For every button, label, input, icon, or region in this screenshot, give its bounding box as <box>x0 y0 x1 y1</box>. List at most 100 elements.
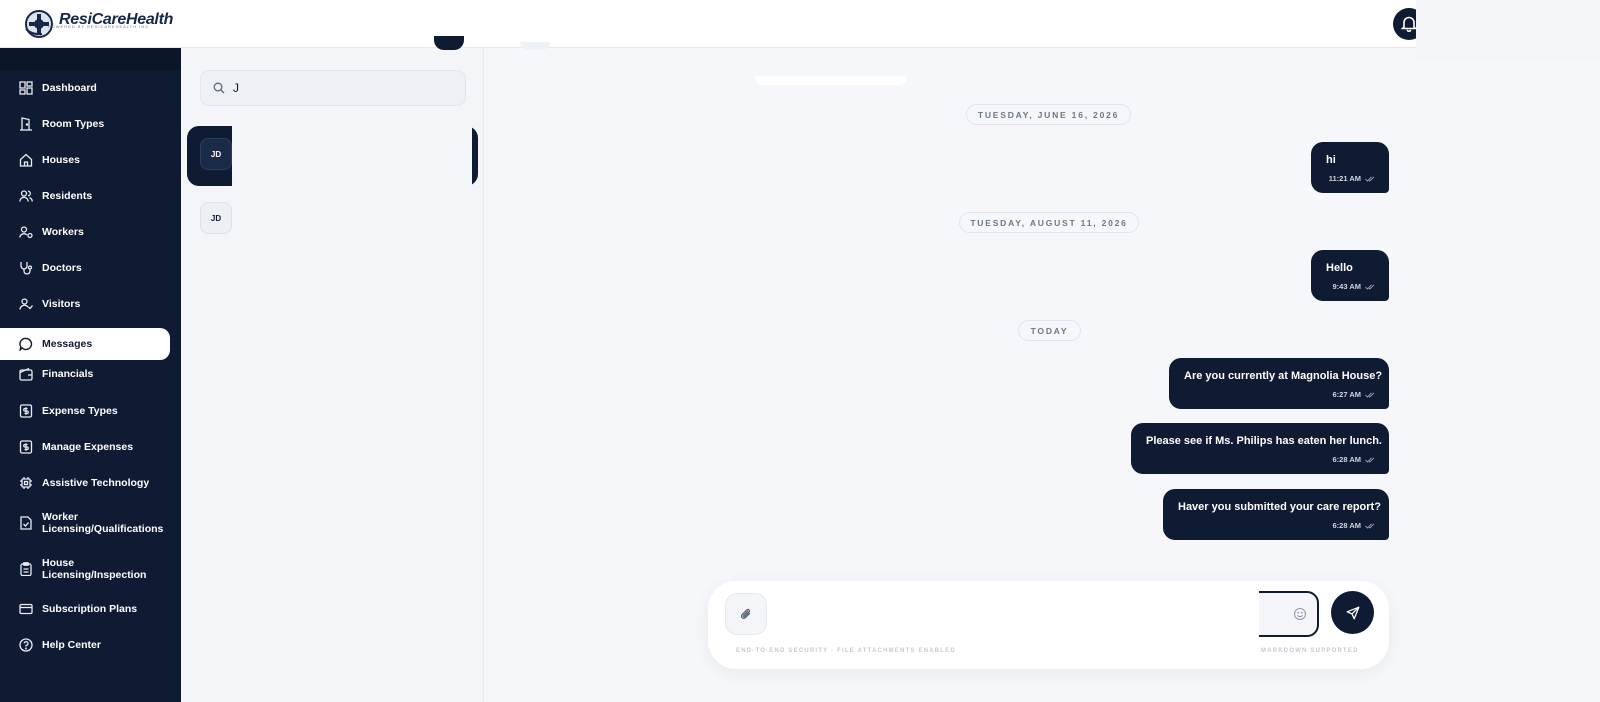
help-icon <box>18 638 33 653</box>
avatar[interactable]: JD <box>200 138 232 170</box>
message-text: Hello <box>1326 262 1353 274</box>
message-bubble[interactable]: Hello 9:43 AM <box>1311 250 1389 301</box>
message-text: Please see if Ms. Philips has eaten her … <box>1146 435 1382 447</box>
dashboard-icon <box>18 81 33 96</box>
sidebar-item-label: Manage Expenses <box>42 441 134 453</box>
send-icon <box>1346 606 1359 619</box>
wallet-icon <box>18 367 33 382</box>
sidebar-item-label: Doctors <box>42 262 82 274</box>
sidebar-item-label: Workers <box>42 226 84 238</box>
sidebar-item-assistive-technology[interactable]: Assistive Technology <box>0 473 170 493</box>
sidebar-item-label: Worker Licensing/Qualifications <box>42 511 164 535</box>
conversation-details-loading <box>232 123 472 239</box>
top-header: ResiCareHealth POWERED BY RESICAREHEALTH… <box>0 0 1425 48</box>
read-receipt-icon <box>1365 283 1375 290</box>
sidebar-item-label: Messages <box>42 338 93 350</box>
header-right-area <box>1416 0 1600 62</box>
visitor-icon <box>18 297 33 312</box>
sidebar-item-messages[interactable]: Messages <box>0 328 170 360</box>
dollar-icon <box>18 404 33 419</box>
conversation-search[interactable] <box>200 70 466 106</box>
message-time: 6:28 AM <box>1332 521 1361 530</box>
message-meta: 9:43 AM <box>1333 282 1375 291</box>
sidebar-item-house-licensing[interactable]: House Licensing/Inspection <box>0 556 170 582</box>
date-separator: TUESDAY, JUNE 16, 2026 <box>966 104 1131 125</box>
sidebar-item-label: Room Types <box>42 118 105 130</box>
sidebar-item-financials[interactable]: Financials <box>0 364 170 384</box>
clipboard-icon <box>18 562 33 577</box>
users-icon <box>18 189 33 204</box>
message-meta: 6:28 AM <box>1333 455 1375 464</box>
read-receipt-icon <box>1365 522 1375 529</box>
sidebar-item-worker-licensing[interactable]: Worker Licensing/Qualifications <box>0 510 170 536</box>
composer-footer-markdown: MARKDOWN SUPPORTED <box>1261 648 1359 654</box>
stethoscope-icon <box>18 261 33 276</box>
read-receipt-icon <box>1365 456 1375 463</box>
sidebar-item-houses[interactable]: Houses <box>0 150 170 170</box>
brand-tagline: POWERED BY RESICAREHEALTH INC <box>48 24 150 29</box>
house-icon <box>18 153 33 168</box>
send-button[interactable] <box>1331 591 1374 634</box>
message-meta: 6:27 AM <box>1333 390 1375 399</box>
sidebar-item-subscription-plans[interactable]: Subscription Plans <box>0 599 170 619</box>
message-icon <box>18 337 33 352</box>
conversation-list-pane: JD JD <box>181 36 484 702</box>
composer-footer-security: END-TO-END SECURITY · FILE ATTACHMENTS E… <box>736 648 956 654</box>
sidebar-item-visitors[interactable]: Visitors <box>0 294 170 314</box>
attach-button[interactable] <box>725 593 767 635</box>
sidebar-item-label: Dashboard <box>42 82 97 94</box>
message-text: Haver you submitted your care report? <box>1178 501 1381 513</box>
sidebar-item-label: Residents <box>42 190 93 202</box>
emoji-icon[interactable] <box>1293 607 1307 621</box>
sidebar-item-manage-expenses[interactable]: Manage Expenses <box>0 437 170 457</box>
message-input-overlay <box>774 589 1259 649</box>
sidebar-item-label: Subscription Plans <box>42 603 138 615</box>
worker-icon <box>18 225 33 240</box>
message-meta: 6:28 AM <box>1333 521 1375 530</box>
message-time: 6:28 AM <box>1332 455 1361 464</box>
credit-card-icon <box>18 602 33 617</box>
paperclip-icon <box>740 608 751 619</box>
search-input[interactable] <box>233 81 453 95</box>
message-text: hi <box>1326 154 1336 166</box>
certificate-icon <box>18 516 33 531</box>
message-text: Are you currently at Magnolia House? <box>1184 370 1383 382</box>
previous-message-edge <box>755 76 907 85</box>
sidebar-item-label: Financials <box>42 368 94 380</box>
sidebar: Dashboard Room Types Houses Residents Wo… <box>0 48 181 702</box>
sidebar-item-help-center[interactable]: Help Center <box>0 635 170 655</box>
message-bubble[interactable]: Please see if Ms. Philips has eaten her … <box>1131 423 1389 474</box>
sidebar-top-strip <box>0 48 181 70</box>
read-receipt-icon <box>1365 391 1375 398</box>
sidebar-item-residents[interactable]: Residents <box>0 186 170 206</box>
sidebar-item-expense-types[interactable]: Expense Types <box>0 401 170 421</box>
sidebar-item-dashboard[interactable]: Dashboard <box>0 78 170 98</box>
sidebar-item-workers[interactable]: Workers <box>0 222 170 242</box>
sidebar-item-doctors[interactable]: Doctors <box>0 258 170 278</box>
bell-icon <box>1401 16 1417 32</box>
brand-logo[interactable]: ResiCareHealth <box>22 7 173 39</box>
date-separator: TODAY <box>1018 320 1081 341</box>
message-bubble[interactable]: hi 11:21 AM <box>1311 142 1389 193</box>
list-pane-header-edge <box>434 36 464 50</box>
sidebar-item-label: Visitors <box>42 298 81 310</box>
sidebar-item-label: Help Center <box>42 639 101 651</box>
message-composer: END-TO-END SECURITY · FILE ATTACHMENTS E… <box>708 581 1389 669</box>
sidebar-item-room-types[interactable]: Room Types <box>0 114 170 134</box>
message-bubble[interactable]: Haver you submitted your care report? 6:… <box>1163 489 1389 540</box>
dollar-icon <box>18 440 33 455</box>
message-bubble[interactable]: Are you currently at Magnolia House? 6:2… <box>1169 358 1389 409</box>
search-icon <box>213 82 225 94</box>
date-separator: TUESDAY, AUGUST 11, 2026 <box>959 212 1139 233</box>
sidebar-item-label: Expense Types <box>42 405 118 417</box>
sidebar-item-label: House Licensing/Inspection <box>42 557 147 581</box>
avatar[interactable]: JD <box>200 202 232 234</box>
logo-emblem-icon <box>25 10 53 38</box>
chat-header-edge <box>520 42 550 50</box>
sidebar-item-label: Houses <box>42 154 80 166</box>
chip-icon <box>18 476 33 491</box>
message-time: 9:43 AM <box>1332 282 1361 291</box>
message-meta: 11:21 AM <box>1329 174 1375 183</box>
sidebar-item-label: Assistive Technology <box>42 477 150 489</box>
door-icon <box>18 117 33 132</box>
